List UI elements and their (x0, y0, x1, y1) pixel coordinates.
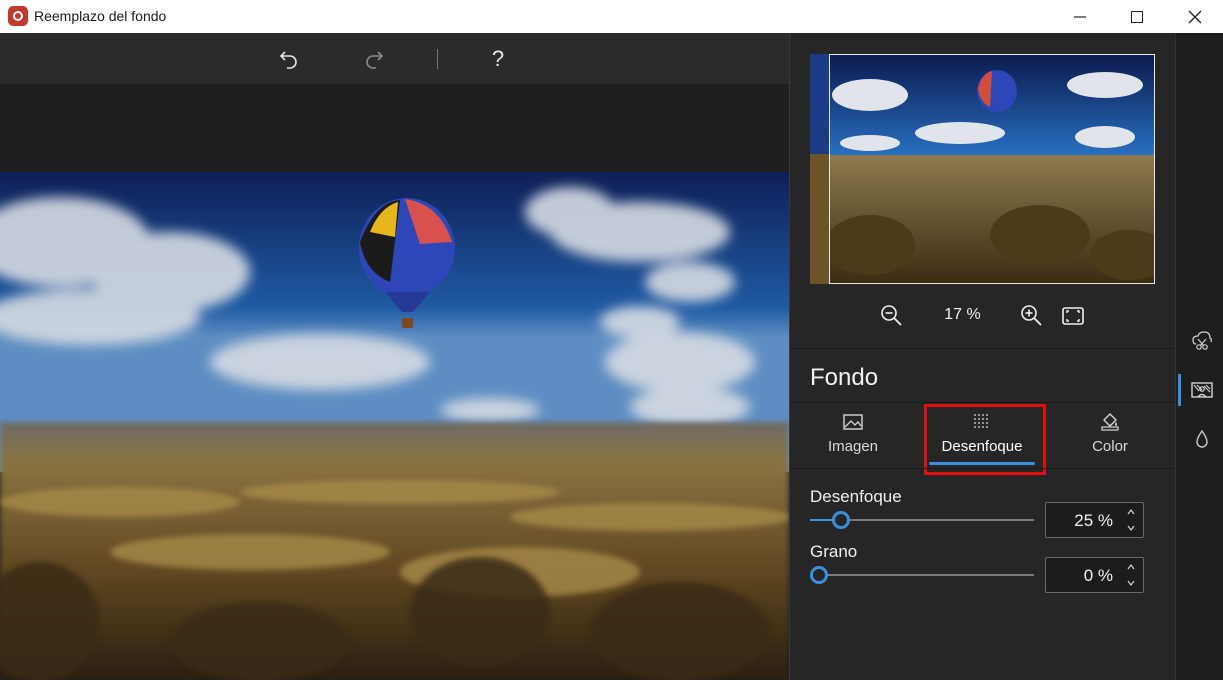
highlight-annotation (924, 404, 1046, 475)
blur-decrease-icon[interactable] (1125, 522, 1137, 534)
grain-increase-icon[interactable] (1125, 561, 1137, 573)
fit-to-screen-button[interactable] (1060, 303, 1086, 329)
close-icon (1188, 10, 1202, 23)
tabs-divider-top (790, 402, 1175, 403)
rail-active-indicator (1178, 374, 1181, 406)
blur-label: Desenfoque (810, 487, 902, 506)
grain-label: Grano (810, 542, 858, 561)
blur-value: 25 % (1074, 511, 1113, 530)
blur-slider-thumb[interactable] (831, 511, 850, 529)
undo-icon (279, 51, 297, 69)
toolbar-divider (437, 49, 438, 69)
zoom-out-icon (881, 305, 902, 326)
tab-color-label: Color (1092, 438, 1128, 455)
zoom-level: 17 % (944, 306, 981, 323)
undo-button[interactable] (274, 44, 304, 74)
navigator-edge (810, 54, 829, 284)
tab-color[interactable]: Color (1072, 410, 1148, 465)
grain-slider[interactable] (810, 566, 1034, 584)
paint-bucket-icon (1101, 413, 1119, 431)
tool-rail (1175, 33, 1223, 680)
background-replace-button[interactable] (1190, 378, 1214, 402)
zoom-in-icon (1021, 305, 1042, 326)
tabs-divider-bottom (790, 468, 1175, 469)
drop-icon (1196, 429, 1208, 448)
grain-slider-thumb[interactable] (810, 566, 828, 584)
background-preview-image[interactable] (0, 172, 789, 680)
scissors-cloud-icon (1192, 331, 1212, 350)
grain-decrease-icon[interactable] (1125, 577, 1137, 589)
blur-value-field[interactable]: 25 % (1045, 502, 1144, 538)
canvas-area: ? (0, 33, 789, 680)
cut-subject-button[interactable] (1190, 328, 1214, 352)
image-icon (843, 414, 863, 430)
zoom-controls: 17 % (790, 300, 1175, 332)
fit-screen-icon (1062, 307, 1084, 325)
tab-imagen[interactable]: Imagen (815, 410, 891, 465)
maximize-button[interactable] (1108, 0, 1166, 33)
background-landscape-icon (1191, 382, 1213, 398)
blur-increase-icon[interactable] (1125, 506, 1137, 518)
help-button[interactable]: ? (483, 44, 513, 74)
minimize-button[interactable] (1051, 0, 1109, 33)
redo-button[interactable] (359, 44, 389, 74)
grain-value: 0 % (1083, 566, 1113, 585)
tab-imagen-label: Imagen (827, 438, 879, 455)
app-logo-icon (8, 6, 28, 26)
section-divider (790, 348, 1175, 349)
navigator-thumbnail[interactable] (829, 54, 1155, 284)
close-button[interactable] (1166, 0, 1223, 33)
grain-value-field[interactable]: 0 % (1045, 557, 1144, 593)
zoom-out-button[interactable] (879, 303, 905, 329)
section-title: Fondo (810, 364, 879, 391)
title-bar: Reemplazo del fondo (0, 0, 1223, 33)
window-title: Reemplazo del fondo (34, 8, 167, 24)
redo-icon (366, 51, 384, 69)
edit-toolbar: ? (0, 33, 789, 84)
zoom-in-button[interactable] (1019, 303, 1045, 329)
blur-slider[interactable] (810, 511, 1034, 529)
maximize-icon (1131, 10, 1143, 23)
color-adjust-button[interactable] (1190, 428, 1214, 452)
